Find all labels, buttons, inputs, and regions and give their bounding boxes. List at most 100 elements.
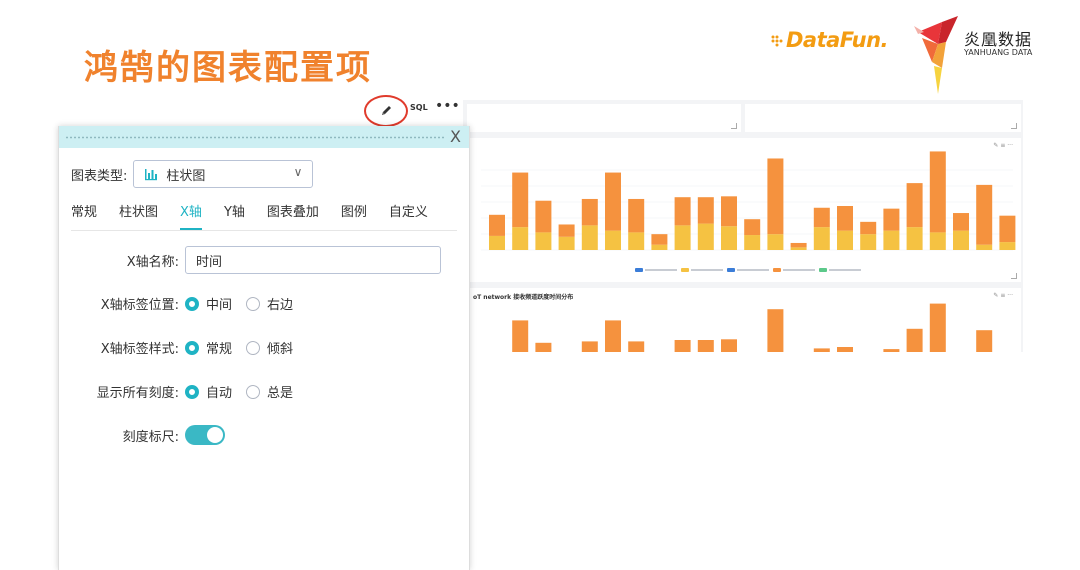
tabs-divider	[71, 230, 457, 231]
mini-chart-actions: ✎ ≡ ···	[993, 142, 1013, 149]
label-position-label: X轴标签位置:	[100, 298, 179, 313]
bar-segment-orange	[883, 349, 900, 352]
legend-swatch	[681, 268, 689, 272]
bar-segment-orange	[697, 340, 714, 352]
radio-dot	[246, 340, 261, 355]
legend-text-placeholder	[645, 269, 677, 271]
chart-config-panel: X 图表类型: 柱状图 ∨ 常规 柱状图 X轴 Y轴 图表叠加 图例 自定义 X…	[58, 126, 470, 570]
bar-segment-yellow	[581, 225, 598, 250]
panel-drag-handle[interactable]: X	[59, 126, 469, 148]
bar-segment-orange	[976, 330, 993, 352]
bar-segment-yellow	[860, 234, 877, 250]
bar-segment-orange	[628, 341, 645, 352]
bar-segment-yellow	[489, 235, 505, 250]
config-tabs: 常规 柱状图 X轴 Y轴 图表叠加 图例 自定义	[71, 201, 450, 230]
show-ticks-label: 显示所有刻度:	[96, 386, 179, 401]
chart2-title: oT network 接收频道跃度时间分布	[473, 294, 574, 301]
bar-segment-yellow	[628, 232, 645, 250]
bar-segment-yellow	[721, 226, 737, 250]
pencil-icon	[382, 106, 391, 115]
radio-slanted[interactable]: 倾斜	[246, 338, 293, 357]
bar-segment-yellow	[744, 235, 761, 250]
bar-segment-orange	[860, 221, 877, 235]
yanhuang-logo-en: YANHUANG DATA	[964, 48, 1033, 57]
radio-slanted-label: 倾斜	[267, 342, 294, 357]
bar-segment-yellow	[605, 230, 621, 250]
toggle-knob	[207, 427, 223, 443]
bar-segment-orange	[558, 224, 575, 237]
bar-segment-orange	[605, 320, 621, 352]
tab-x-axis[interactable]: X轴	[180, 201, 202, 230]
bar-segment-orange	[721, 196, 737, 227]
bar-segment-yellow	[929, 232, 946, 250]
bar-segment-orange	[721, 339, 737, 352]
bar-segment-orange	[535, 342, 552, 352]
radio-auto-label: 自动	[206, 386, 233, 401]
bar-segment-yellow	[953, 230, 969, 250]
tab-legend[interactable]: 图例	[341, 201, 367, 230]
bar-segment-orange	[581, 341, 598, 352]
bar-segment-orange	[906, 183, 923, 228]
tick-ruler-label: 刻度标尺:	[122, 429, 179, 445]
bar-segment-orange	[953, 213, 969, 231]
yanhuang-logo-cn: 炎凰数据	[964, 30, 1033, 49]
tab-bar-chart[interactable]: 柱状图	[119, 201, 158, 230]
bar-segment-yellow	[790, 247, 807, 250]
bar-segment-orange	[628, 198, 645, 233]
bar-segment-yellow	[813, 227, 830, 250]
mini-chart-actions: ✎ ≡ ···	[993, 292, 1013, 299]
radio-normal-label: 常规	[206, 342, 233, 357]
bar-segment-orange	[581, 198, 598, 226]
bar-segment-orange	[813, 348, 830, 352]
bar-segment-orange	[512, 172, 529, 228]
radio-middle[interactable]: 中间	[185, 294, 232, 313]
chevron-down-icon: ∨	[293, 165, 303, 179]
bar-segment-orange	[535, 200, 552, 233]
close-icon[interactable]: X	[450, 127, 461, 146]
dashboard-card	[467, 104, 741, 132]
bar-segment-yellow	[906, 227, 923, 250]
radio-middle-label: 中间	[206, 298, 233, 313]
legend-text-placeholder	[691, 269, 723, 271]
datafun-dots-icon	[771, 35, 783, 47]
bar-segment-orange	[674, 340, 691, 352]
bar-segment-yellow	[558, 236, 575, 250]
bar-segment-yellow	[535, 232, 552, 250]
tab-y-axis[interactable]: Y轴	[224, 201, 245, 230]
legend-text-placeholder	[829, 269, 861, 271]
radio-auto[interactable]: 自动	[185, 382, 232, 401]
dashboard-card	[745, 104, 1021, 132]
chart-edit-controls: SQL •••	[362, 92, 468, 127]
radio-normal[interactable]: 常规	[185, 338, 232, 357]
radio-right-label: 右边	[267, 298, 294, 313]
radio-dot-checked	[185, 340, 199, 355]
bar-segment-orange	[744, 219, 761, 236]
yanhuang-bird-icon	[914, 16, 958, 94]
edit-button[interactable]	[364, 95, 408, 127]
bar-segment-yellow	[976, 244, 993, 250]
tab-custom[interactable]: 自定义	[389, 201, 428, 230]
bar-segment-yellow	[697, 223, 714, 250]
more-icon[interactable]: •••	[435, 98, 460, 114]
tab-chart-overlay[interactable]: 图表叠加	[267, 201, 319, 230]
radio-right[interactable]: 右边	[246, 294, 293, 313]
bar-segment-orange	[767, 309, 784, 352]
dashboard-bar-chart-card: ✎ ≡ ···	[467, 138, 1021, 282]
tick-ruler-toggle[interactable]	[185, 425, 225, 445]
x-axis-name-input[interactable]	[185, 246, 441, 274]
slide-title: 鸿鹄的图表配置项	[84, 48, 372, 88]
bar-segment-orange	[813, 207, 830, 228]
bar-segment-orange	[489, 214, 505, 236]
bar-segment-orange	[767, 158, 784, 235]
chart-type-value: 柱状图	[166, 168, 206, 184]
x-axis-name-label: X轴名称:	[126, 254, 179, 270]
bar-segment-orange	[929, 303, 946, 352]
radio-always[interactable]: 总是	[246, 382, 293, 401]
tab-general[interactable]: 常规	[71, 201, 97, 230]
chart-type-select[interactable]: 柱状图 ∨	[133, 160, 314, 188]
background-dashboard: ✎ ≡ ··· oT network 接收频道跃度时间分布 ✎ ≡ ···	[463, 100, 1023, 352]
bar-segment-yellow	[674, 225, 691, 250]
x-axis-name-row: X轴名称:	[59, 246, 441, 274]
sql-button[interactable]: SQL	[410, 103, 428, 112]
tick-ruler-row: 刻度标尺:	[59, 425, 225, 445]
